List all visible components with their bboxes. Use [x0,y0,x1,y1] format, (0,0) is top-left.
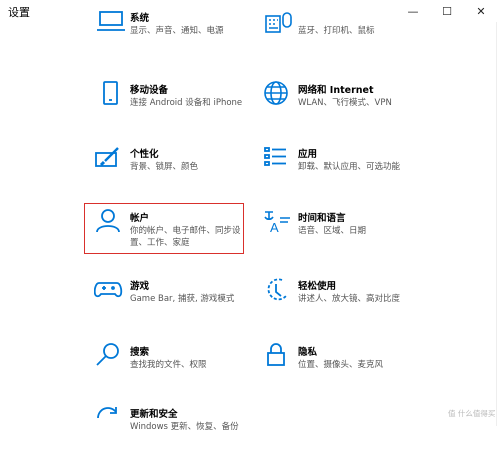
tile-phone[interactable]: 移动设备 连接 Android 设备和 iPhone [94,80,254,138]
tile-ease-of-access[interactable]: 轻松使用 讲述人、放大镜、高对比度 [262,276,422,334]
search-icon [94,342,128,376]
tile-subtitle: Windows 更新、恢复、备份 [130,422,239,432]
time-language-icon: A [262,208,296,242]
keyboard-devices-icon [262,8,296,42]
tile-title: 系统 [130,13,150,24]
tile-subtitle: 位置、摄像头、麦克风 [298,360,384,370]
tile-subtitle: 讲述人、放大镜、高对比度 [298,294,401,304]
scrollbar-track[interactable] [496,22,497,426]
tile-title: 个性化 [130,149,159,160]
tile-subtitle: 连接 Android 设备和 iPhone [130,98,243,108]
tile-title: 移动设备 [130,85,169,96]
tile-title: 游戏 [130,281,150,292]
tile-time-language[interactable]: A 时间和语言 语音、区域、日期 [262,208,422,266]
sync-icon [94,404,128,438]
ease-of-access-icon [262,276,296,310]
close-button[interactable]: ✕ [464,0,498,22]
tile-title: 搜索 [130,347,150,358]
tile-apps[interactable]: 应用 卸载、默认应用、可选功能 [262,144,422,202]
tile-subtitle: 语音、区域、日期 [298,226,367,236]
tile-title: 应用 [298,149,318,160]
apps-list-icon [262,144,296,178]
tile-subtitle: 你的帐户、电子邮件、同步设置、工作、家庭 [130,226,241,248]
tile-title: 时间和语言 [298,213,346,224]
globe-icon [262,80,296,114]
laptop-icon [94,8,128,42]
tile-title: 轻松使用 [298,281,337,292]
phone-icon [94,80,128,114]
tile-update-security[interactable]: 更新和安全 Windows 更新、恢复、备份 [94,404,254,462]
tile-title: 帐户 [130,213,150,224]
person-icon [94,208,128,242]
tile-subtitle: 查找我的文件、权限 [130,360,207,370]
tile-privacy[interactable]: 隐私 位置、摄像头、麦克风 [262,342,422,400]
tile-subtitle: 背景、锁屏、颜色 [130,162,199,172]
tile-gaming[interactable]: 游戏 Game Bar, 捕获, 游戏模式 [94,276,254,334]
tile-search[interactable]: 搜索 查找我的文件、权限 [94,342,254,400]
tile-title: 隐私 [298,347,318,358]
watermark: 值 什么值得买 [448,409,496,418]
tile-personalization[interactable]: 个性化 背景、锁屏、颜色 [94,144,254,202]
svg-text:A: A [270,220,279,235]
tile-subtitle: 蓝牙、打印机、鼠标 [298,26,375,36]
tile-title: 更新和安全 [130,409,178,420]
maximize-button[interactable]: ☐ [430,0,464,22]
paintbrush-icon [94,144,128,178]
lock-icon [262,342,296,376]
tile-accounts[interactable]: 帐户 你的帐户、电子邮件、同步设置、工作、家庭 [94,208,254,266]
tile-subtitle: 显示、声音、通知、电源 [130,26,224,36]
tile-devices[interactable]: 蓝牙、打印机、鼠标 [262,8,422,66]
tile-network[interactable]: 网络和 Internet WLAN、飞行模式、VPN [262,80,422,138]
tile-subtitle: WLAN、飞行模式、VPN [298,98,392,108]
gamepad-icon [94,276,128,310]
tile-subtitle: Game Bar, 捕获, 游戏模式 [130,294,235,304]
tile-system[interactable]: 系统 显示、声音、通知、电源 [94,8,254,66]
tile-title: 网络和 Internet [298,85,374,96]
tile-subtitle: 卸载、默认应用、可选功能 [298,162,401,172]
window-title: 设置 [8,6,30,19]
